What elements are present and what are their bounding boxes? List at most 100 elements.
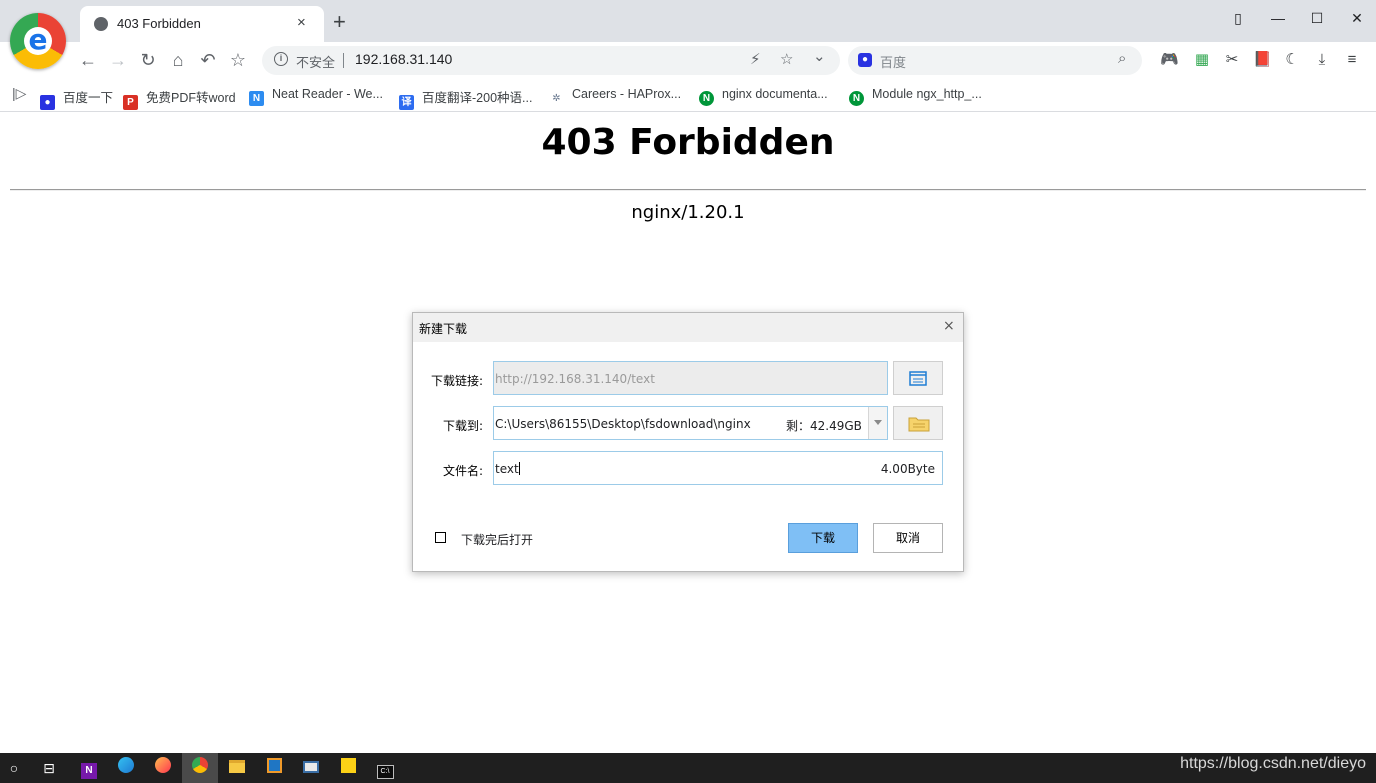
edge-icon[interactable]: [114, 756, 138, 780]
apps-extension-icon[interactable]: ▦: [1193, 51, 1211, 69]
game-extension-icon[interactable]: 🎮: [1160, 51, 1179, 69]
download-path-value: C:\Users\86155\Desktop\fsdownload\nginx: [495, 417, 751, 431]
bookmark-label: Careers - HAProx...: [572, 87, 682, 101]
dialog-header: 新建下载 ×: [413, 313, 963, 342]
server-version: nginx/1.20.1: [631, 202, 745, 223]
firefox-icon[interactable]: [151, 756, 175, 780]
bolt-icon[interactable]: ⚡: [750, 50, 761, 68]
filename-label: 文件名:: [442, 464, 483, 478]
globe-icon: [94, 17, 108, 31]
neat-reader-icon: N: [249, 91, 264, 106]
download-path-field[interactable]: C:\Users\86155\Desktop\fsdownload\nginx …: [493, 406, 888, 440]
minimize-button[interactable]: —: [1266, 10, 1290, 26]
sidebar-toggle-icon[interactable]: |▷: [12, 85, 26, 102]
dialog-title: 新建下载: [419, 322, 468, 336]
nginx-icon: N: [699, 91, 714, 106]
home-button[interactable]: ⌂: [166, 48, 190, 72]
back-button[interactable]: ←: [76, 48, 100, 72]
baidu-paw-icon: ●: [40, 95, 55, 110]
moon-icon[interactable]: ☾: [1283, 51, 1301, 69]
bookmark-baidu-translate[interactable]: 译百度翻译-200种语...: [399, 87, 532, 110]
text-cursor: [518, 462, 520, 475]
filename-value: text: [495, 462, 520, 476]
forward-button[interactable]: →: [106, 48, 130, 72]
sticky-notes-icon[interactable]: [336, 756, 360, 780]
download-button[interactable]: 下载: [788, 523, 858, 553]
terminal-icon[interactable]: C:\: [373, 756, 397, 780]
scissors-icon[interactable]: ✂: [1223, 51, 1241, 69]
new-download-dialog: 新建下载 × 下载链接: http://192.168.31.140/text …: [412, 312, 964, 572]
haproxy-icon: ✲: [549, 91, 564, 106]
security-label[interactable]: 不安全: [296, 52, 335, 71]
chevron-down-icon[interactable]: ⌄: [813, 47, 826, 65]
search-icon[interactable]: ⌕: [1118, 50, 1126, 67]
bookmark-label: 百度翻译-200种语...: [422, 91, 533, 105]
bookmark-pdf-to-word[interactable]: P 免费PDF转word: [123, 87, 236, 110]
bookmark-star-icon[interactable]: ☆: [226, 48, 250, 72]
divider: [10, 189, 1366, 191]
url-text[interactable]: 192.168.31.140: [355, 51, 452, 67]
dropdown-arrow-icon: [874, 420, 882, 425]
pdf-icon: P: [123, 95, 138, 110]
browse-folder-button[interactable]: [893, 406, 943, 440]
path-dropdown-button[interactable]: [868, 407, 887, 439]
bookmark-label: Module ngx_http_...: [872, 87, 982, 101]
download-url-value: http://192.168.31.140/text: [495, 372, 655, 386]
translate-icon: 译: [399, 95, 414, 110]
reload-button[interactable]: ↻: [136, 48, 160, 72]
maximize-button[interactable]: ☐: [1305, 10, 1329, 27]
file-size-value: 4.00Byte: [880, 462, 935, 476]
bookmark-haproxy-careers[interactable]: ✲ Careers - HAProx...: [549, 87, 681, 106]
remote-desktop-icon[interactable]: [299, 756, 323, 780]
browser-toolbar: ← → ↻ ⌂ ↶ ☆ i 不安全 192.168.31.140 ⚡ ☆ ⌄ ●…: [0, 42, 1376, 78]
bookmark-label: nginx documenta...: [722, 87, 828, 101]
search-box[interactable]: ● 百度 ⌕: [848, 46, 1142, 75]
search-placeholder: 百度: [880, 55, 907, 70]
undo-icon[interactable]: ↶: [196, 48, 220, 72]
pdf-extension-icon[interactable]: 📕: [1253, 51, 1272, 69]
tab-title: 403 Forbidden: [117, 16, 201, 31]
info-icon[interactable]: i: [274, 52, 288, 66]
path-label: 下载到:: [442, 419, 483, 433]
copy-link-button[interactable]: [893, 361, 943, 395]
bookmarks-bar: |▷ ● 百度一下 P 免费PDF转word N Neat Reader - We..…: [0, 78, 1376, 112]
download-url-field[interactable]: http://192.168.31.140/text: [493, 361, 888, 395]
bookmark-label: Neat Reader - We...: [272, 87, 383, 101]
bookmark-neat-reader[interactable]: N Neat Reader - We...: [249, 87, 383, 106]
vmware-icon[interactable]: [262, 756, 286, 780]
tab-403-forbidden[interactable]: 403 Forbidden ×: [80, 6, 324, 42]
close-dialog-icon[interactable]: ×: [943, 318, 955, 334]
close-tab-icon[interactable]: ×: [297, 14, 306, 31]
open-after-label: 下载完后打开: [461, 533, 534, 547]
free-space-value: 剩：42.49GB: [786, 419, 862, 433]
search-circle-icon[interactable]: ○: [2, 756, 26, 780]
baidu-icon: ●: [858, 53, 872, 67]
browser-titlebar: 403 Forbidden × + ▯ — ☐ ✕: [0, 0, 1376, 42]
windows-taskbar: ○ ⊟ N C:\ https://blog.csdn.net/dieyo: [0, 753, 1376, 783]
window-icon: [909, 371, 927, 386]
bookmark-baidu[interactable]: ● 百度一下: [40, 87, 113, 110]
onenote-icon[interactable]: N: [77, 756, 101, 780]
browser-taskbar-icon[interactable]: [188, 756, 212, 780]
filename-input[interactable]: text 4.00Byte: [493, 451, 943, 485]
address-bar[interactable]: i 不安全 192.168.31.140 ⚡ ☆ ⌄: [262, 46, 840, 75]
watermark-text: https://blog.csdn.net/dieyo: [1180, 755, 1366, 772]
cancel-button[interactable]: 取消: [873, 523, 943, 553]
close-window-button[interactable]: ✕: [1345, 10, 1369, 27]
menu-icon[interactable]: ≡: [1343, 51, 1361, 69]
bookmark-ngx-http-module[interactable]: N Module ngx_http_...: [849, 87, 982, 106]
restore-icon[interactable]: ▯: [1226, 10, 1250, 27]
bookmark-nginx-docs[interactable]: Nnginx documenta...: [699, 87, 828, 106]
file-explorer-icon[interactable]: [225, 756, 249, 780]
page-title: 403 Forbidden: [541, 122, 835, 163]
open-after-checkbox[interactable]: [435, 532, 446, 543]
omnibox-divider: [343, 53, 344, 68]
task-view-icon[interactable]: ⊟: [37, 756, 61, 780]
new-tab-button[interactable]: +: [333, 9, 346, 35]
download-icon[interactable]: ⤓: [1313, 51, 1331, 69]
bookmark-label: 免费PDF转word: [146, 91, 236, 105]
folder-icon: [908, 417, 930, 432]
browser-logo-icon: e: [10, 13, 66, 69]
url-label: 下载链接:: [430, 374, 483, 388]
star-icon[interactable]: ☆: [780, 50, 793, 68]
